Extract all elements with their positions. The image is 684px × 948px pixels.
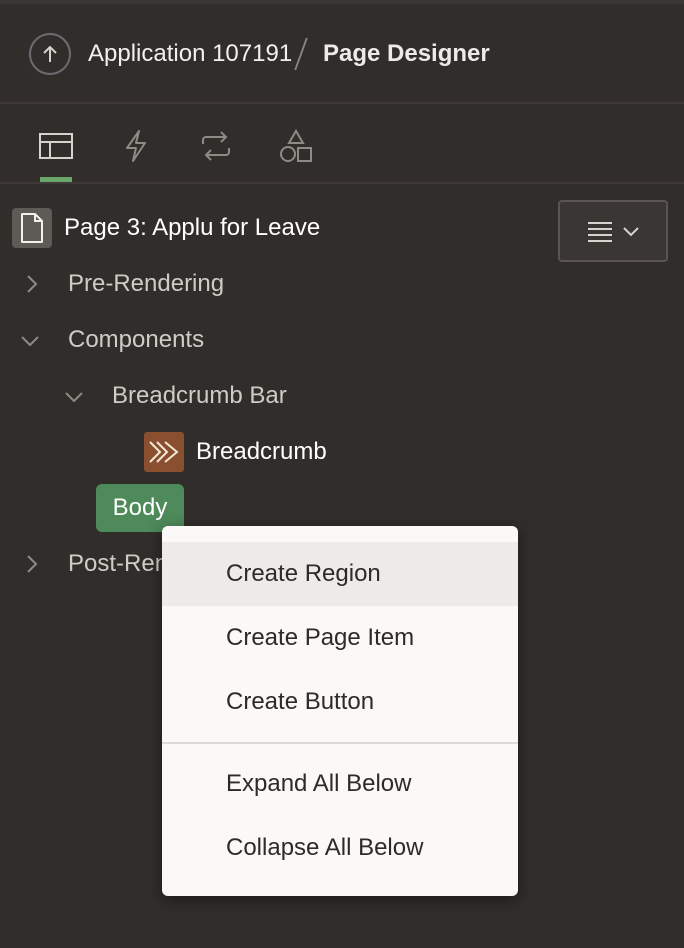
tree-node-breadcrumb[interactable]: Breadcrumb <box>196 436 327 468</box>
chevron-down-icon[interactable] <box>64 387 84 407</box>
menu-item-create-button[interactable]: Create Button <box>162 670 518 734</box>
chevron-right-icon[interactable] <box>22 274 42 294</box>
chevron-down-icon[interactable] <box>20 331 40 351</box>
shapes-icon <box>280 129 312 162</box>
tab-shared-components[interactable] <box>276 126 316 166</box>
breadcrumb-separator <box>294 38 308 70</box>
context-menu: Create Region Create Page Item Create Bu… <box>162 526 518 896</box>
page-title: Page 3: Applu for Leave <box>64 214 321 241</box>
menu-item-collapse-all-below[interactable]: Collapse All Below <box>162 816 518 880</box>
menu-item-create-region[interactable]: Create Region <box>162 542 518 606</box>
page-designer-title: Page Designer <box>323 40 490 67</box>
layout-icon <box>39 133 73 159</box>
menu-item-expand-all-below[interactable]: Expand All Below <box>162 752 518 816</box>
tree-node-components[interactable]: Components <box>68 320 204 360</box>
refresh-icon <box>202 131 230 161</box>
arrow-up-icon <box>43 45 57 62</box>
active-tab-indicator <box>40 177 72 182</box>
up-button[interactable] <box>29 33 71 75</box>
page-icon <box>12 208 52 248</box>
tab-processing[interactable] <box>196 126 236 166</box>
tab-bar <box>0 104 684 184</box>
page-node[interactable]: Page 3: Applu for Leave <box>12 208 320 248</box>
menu-divider <box>162 742 518 744</box>
menu-item-create-page-item[interactable]: Create Page Item <box>162 606 518 670</box>
header: Application 107191 Page Designer <box>0 4 684 104</box>
tab-dynamic-actions[interactable] <box>116 126 156 166</box>
chevron-down-icon <box>623 227 639 237</box>
tab-rendering[interactable] <box>36 126 76 166</box>
application-breadcrumb[interactable]: Application 107191 <box>88 40 292 68</box>
tree-menu-button[interactable] <box>558 200 668 262</box>
breadcrumb-region-icon <box>144 432 184 472</box>
tree-node-body[interactable]: Body <box>96 484 184 532</box>
chevron-right-icon[interactable] <box>22 554 42 574</box>
lightning-icon <box>126 130 146 162</box>
tree-node-pre-rendering[interactable]: Pre-Rendering <box>68 264 224 304</box>
hamburger-icon <box>588 222 612 242</box>
tree-node-breadcrumb-bar[interactable]: Breadcrumb Bar <box>112 376 287 416</box>
